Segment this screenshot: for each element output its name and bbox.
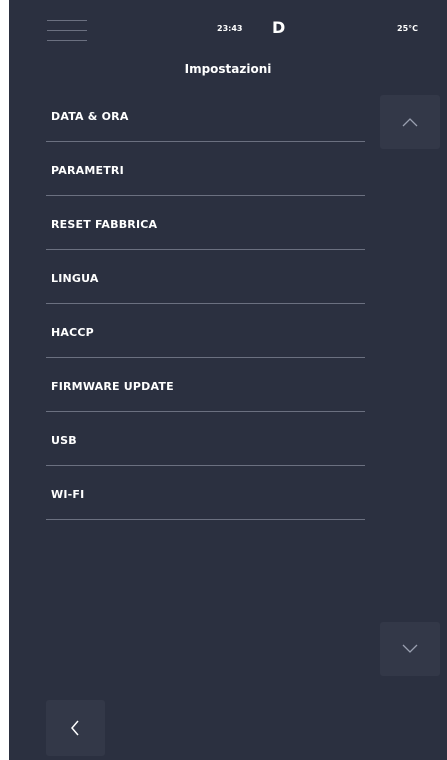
temperature-readout: 25°C bbox=[397, 24, 419, 33]
chevron-up-icon bbox=[402, 118, 418, 127]
settings-item-firmware-update[interactable]: FIRMWARE UPDATE bbox=[46, 358, 365, 412]
scroll-up-button[interactable] bbox=[380, 95, 440, 149]
settings-item-label: LINGUA bbox=[51, 272, 99, 285]
settings-item-label: DATA & ORA bbox=[51, 110, 129, 123]
scroll-down-button[interactable] bbox=[380, 622, 440, 676]
settings-screen: 23:43 D 25°C Impostazioni DATA & ORA PAR… bbox=[9, 0, 447, 760]
settings-item-label: RESET FABBRICA bbox=[51, 218, 158, 231]
mode-indicator: D bbox=[272, 18, 286, 37]
hamburger-menu-icon[interactable] bbox=[47, 20, 87, 42]
settings-list: DATA & ORA PARAMETRI RESET FABBRICA LING… bbox=[46, 88, 365, 520]
settings-item-label: USB bbox=[51, 434, 77, 447]
settings-item-label: PARAMETRI bbox=[51, 164, 124, 177]
back-button[interactable] bbox=[46, 700, 105, 756]
settings-item-reset-fabbrica[interactable]: RESET FABBRICA bbox=[46, 196, 365, 250]
settings-item-label: HACCP bbox=[51, 326, 94, 339]
settings-item-wi-fi[interactable]: WI-FI bbox=[46, 466, 365, 520]
settings-item-lingua[interactable]: LINGUA bbox=[46, 250, 365, 304]
settings-item-haccp[interactable]: HACCP bbox=[46, 304, 365, 358]
page-title: Impostazioni bbox=[184, 62, 272, 76]
chevron-down-icon bbox=[402, 644, 418, 653]
settings-item-label: FIRMWARE UPDATE bbox=[51, 380, 174, 393]
settings-item-label: WI-FI bbox=[51, 488, 85, 501]
clock: 23:43 bbox=[217, 24, 243, 33]
settings-item-data-ora[interactable]: DATA & ORA bbox=[46, 88, 365, 142]
settings-item-parametri[interactable]: PARAMETRI bbox=[46, 142, 365, 196]
status-bar: 23:43 D 25°C bbox=[9, 0, 447, 48]
settings-item-usb[interactable]: USB bbox=[46, 412, 365, 466]
chevron-left-icon bbox=[71, 720, 79, 736]
